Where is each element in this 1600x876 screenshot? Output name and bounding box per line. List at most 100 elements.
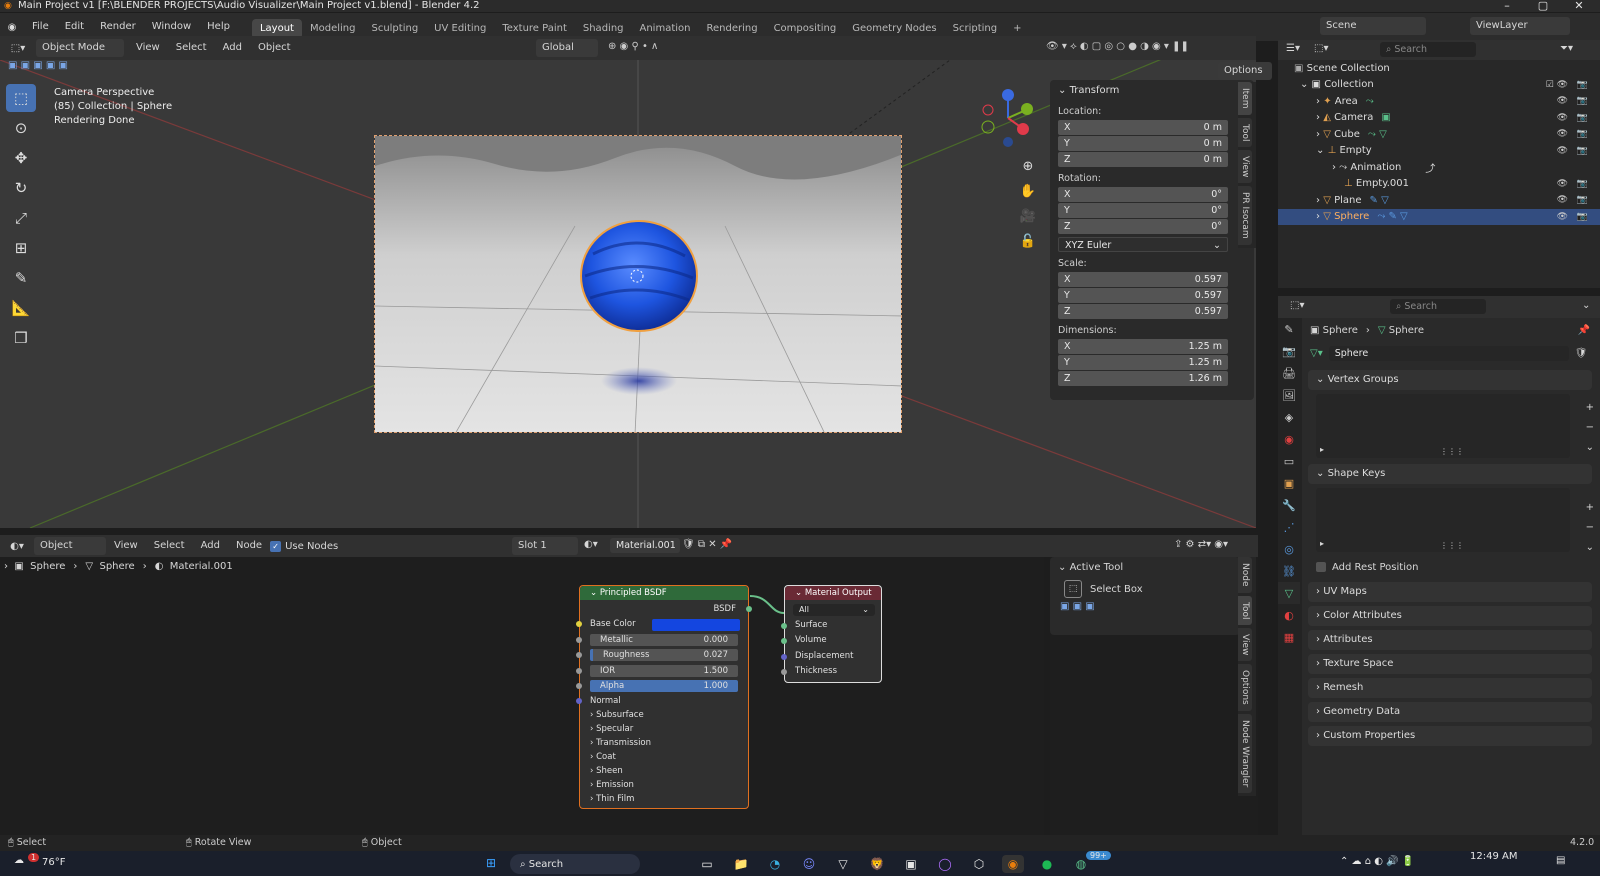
view-layer-tab-icon[interactable]: 🖼 (1278, 384, 1300, 406)
outliner-area-row[interactable]: › ✦ Area ⤳ 👁 📷 (1278, 93, 1600, 110)
menu-select[interactable]: Select (168, 36, 215, 60)
shape-keys-panel[interactable]: ⌄ Shape Keys (1308, 464, 1592, 484)
custom-properties-panel[interactable]: › Custom Properties (1308, 726, 1592, 746)
outliner-animation-row[interactable]: › ⤳ Animation ⤴ (1278, 159, 1600, 176)
chevron-down-icon[interactable]: ⌄ (1586, 538, 1594, 558)
discord-icon[interactable]: ☺ (798, 855, 820, 873)
notifications-icon[interactable]: ▤ (1556, 855, 1565, 866)
material-browse-icon[interactable]: ◐▾ (584, 539, 598, 550)
alpha-field[interactable]: Alpha 1.000 (590, 680, 738, 692)
select-box-tool[interactable]: ⬚ (6, 84, 36, 112)
properties-search-input[interactable]: ⌕ Search (1390, 299, 1486, 314)
dimensions-z[interactable]: Z 1.26 m (1058, 371, 1228, 386)
select-mode-icons[interactable]: ▣ ▣ ▣ (1050, 601, 1240, 612)
output-target-dropdown[interactable]: All ⌄ (793, 604, 875, 616)
remove-shape-key-icon[interactable]: − (1586, 518, 1594, 538)
blender-taskbar-icon[interactable]: ◉ (1002, 855, 1024, 873)
select-box-tool-row[interactable]: ⬚ Select Box (1050, 577, 1240, 601)
edge-icon[interactable]: ◔ (764, 855, 786, 873)
axis-gizmo-icon[interactable] (980, 88, 1036, 148)
alpha-socket[interactable] (576, 683, 582, 689)
principled-bsdf-node[interactable]: ⌄ Principled BSDF BSDF Base Color Metall… (576, 585, 752, 809)
vertex-groups-panel[interactable]: ⌄ Vertex Groups (1308, 370, 1592, 390)
app-icon[interactable]: ▽ (832, 855, 854, 873)
specular-panel[interactable]: › Specular (590, 724, 633, 734)
outliner-camera-row[interactable]: › ◭ Camera ▣ 👁 📷 (1278, 110, 1600, 127)
rotation-y[interactable]: Y 0° (1058, 203, 1228, 218)
menu-view[interactable]: View (128, 36, 168, 60)
base-color-swatch[interactable] (652, 619, 740, 631)
attributes-panel[interactable]: › Attributes (1308, 630, 1592, 650)
tab-tool[interactable]: Tool (1238, 595, 1252, 625)
material-name-field[interactable]: Material.001 (610, 538, 680, 553)
transform-header[interactable]: ⌄ Transform (1050, 80, 1254, 100)
transmission-panel[interactable]: › Transmission (590, 738, 651, 748)
tab-tool[interactable]: Tool (1238, 117, 1252, 147)
material-actions-icon[interactable]: 🛡 ⧉ ✕ 📌 (682, 539, 732, 550)
metallic-socket[interactable] (576, 637, 582, 643)
spotify-icon[interactable]: ● (1036, 855, 1058, 873)
tab-view[interactable]: View (1238, 149, 1252, 184)
orientation-dropdown[interactable]: Global (536, 39, 598, 57)
task-view-icon[interactable]: ▭ (696, 855, 718, 873)
close-icon[interactable]: ✕ (1556, 0, 1600, 12)
thin-film-panel[interactable]: › Thin Film (590, 794, 634, 804)
physics-tab-icon[interactable]: ◎ (1278, 538, 1300, 560)
tray-icons[interactable]: ⌃ ☁ ⌂ ◐ 🔊 🔋 (1340, 856, 1414, 867)
fake-user-icon[interactable]: 🛡 (1575, 348, 1588, 359)
ior-socket[interactable] (576, 668, 582, 674)
transform-tool[interactable]: ⊞ (6, 234, 36, 262)
displacement-socket[interactable] (781, 654, 787, 660)
sheen-panel[interactable]: › Sheen (590, 766, 623, 776)
node-menu-select[interactable]: Select (146, 535, 193, 557)
node-menu-view[interactable]: View (106, 535, 146, 557)
dimensions-x[interactable]: X 1.25 m (1058, 339, 1228, 354)
active-tool-header[interactable]: ⌄ Active Tool (1050, 557, 1240, 577)
menu-object[interactable]: Object (250, 36, 299, 60)
add-cube-tool[interactable]: ❒ (6, 324, 36, 352)
tool-tab-icon[interactable]: ✎ (1278, 318, 1300, 340)
scale-y[interactable]: Y 0.597 (1058, 288, 1228, 303)
add-shape-key-icon[interactable]: + (1586, 498, 1594, 518)
editor-type-icon[interactable]: ⬚▾ (0, 43, 36, 54)
volume-socket[interactable] (781, 638, 787, 644)
location-y[interactable]: Y0 m (1058, 136, 1228, 151)
node-menu-add[interactable]: Add (193, 535, 228, 557)
location-x[interactable]: X0 m (1058, 120, 1228, 135)
outliner-sphere-row[interactable]: › ▽ Sphere ⤳ ✎ ▽ 👁 📷 (1278, 208, 1600, 225)
tab-node-wrangler[interactable]: Node Wrangler (1238, 714, 1252, 794)
scale-z[interactable]: Z 0.597 (1058, 304, 1228, 319)
bsdf-title[interactable]: ⌄ Principled BSDF (580, 586, 748, 600)
outliner-empty001-row[interactable]: ⊥ Empty.001 👁 📷 (1278, 176, 1600, 193)
file-explorer-icon[interactable]: 📁 (730, 855, 752, 873)
data-tab-icon[interactable]: ▽ (1278, 582, 1300, 604)
properties-editor-icon[interactable]: ⬚▾ (1290, 300, 1304, 311)
chevron-down-icon[interactable]: ⌄ (1586, 438, 1594, 458)
use-nodes-checkbox[interactable]: ✓ Use Nodes (270, 540, 338, 552)
mesh-name-field[interactable]: Sphere (1328, 345, 1569, 361)
add-vertex-group-icon[interactable]: + (1586, 398, 1594, 418)
node-overlay-icons[interactable]: ⇪ ⚙ ⇄▾ ◉▾ (1174, 539, 1228, 550)
base-color-socket[interactable] (576, 621, 582, 627)
thickness-socket[interactable] (781, 669, 787, 675)
geometry-data-panel[interactable]: › Geometry Data (1308, 702, 1592, 722)
overlay-icons[interactable]: 👁 ▾ ⟡ ◐ ▢ ◎ ○ ● ◑ ◉ ▾ ❚❚ (1046, 41, 1189, 52)
weather-icon[interactable]: ☁ (14, 855, 24, 866)
ior-field[interactable]: IOR 1.500 (590, 665, 738, 677)
lock-camera-icon[interactable]: 🔓 (1018, 229, 1038, 254)
tab-node[interactable]: Node (1238, 557, 1252, 593)
outliner-plane-row[interactable]: › ▽ Plane ✎ ▽ 👁 📷 (1278, 192, 1600, 209)
uv-maps-panel[interactable]: › UV Maps (1308, 582, 1592, 602)
pin-icon[interactable]: 📌 (1578, 325, 1590, 336)
3d-viewport[interactable]: ⬚ ⊙ ✥ ↻ ⤢ ⊞ ✎ 📐 ❒ Camera Perspective (85… (0, 60, 1256, 528)
tab-view[interactable]: View (1238, 627, 1252, 662)
slot-dropdown[interactable]: Slot 1 (512, 537, 578, 555)
world-tab-icon[interactable]: ◉ (1278, 428, 1300, 450)
scale-x[interactable]: X 0.597 (1058, 272, 1228, 287)
app3-icon[interactable]: ⬡ (968, 855, 990, 873)
shader-type-dropdown[interactable]: Object (34, 537, 106, 555)
navigation-gizmo[interactable] (980, 88, 1036, 148)
scene-selector[interactable]: Scene (1320, 17, 1426, 35)
roughness-field[interactable]: Roughness 0.027 (590, 649, 738, 661)
pan-hand-icon[interactable]: ✋ (1018, 179, 1038, 204)
